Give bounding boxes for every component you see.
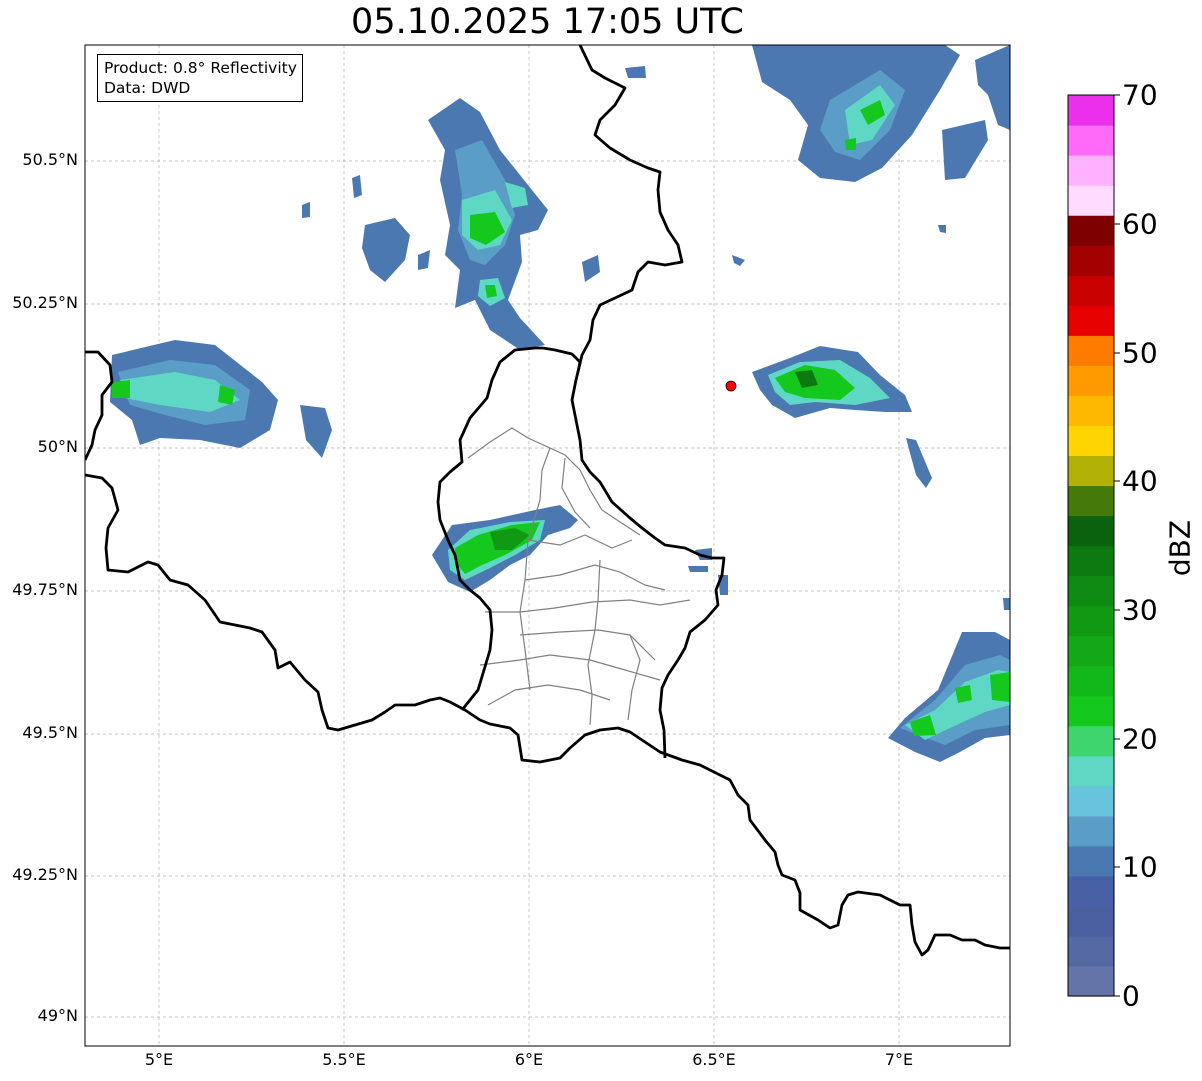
colorbar-segment	[1068, 155, 1114, 186]
lat-label: 49°N	[37, 1006, 78, 1025]
colorbar-segment	[1068, 515, 1114, 547]
colorbar-segment	[1068, 125, 1114, 156]
colorbar-segment	[1068, 545, 1114, 577]
colorbar-segment	[1068, 185, 1114, 216]
lon-label: 5.5°E	[322, 1050, 366, 1069]
colorbar-segment	[1068, 275, 1114, 306]
colorbar-segment	[1068, 725, 1114, 757]
colorbar-segment	[1068, 95, 1114, 126]
colorbar-segment	[1068, 365, 1114, 396]
colorbar	[1068, 95, 1114, 997]
radar-site-marker	[725, 380, 737, 392]
colorbar-tick-label: 60	[1122, 207, 1158, 241]
colorbar-tick-label: 30	[1122, 593, 1158, 627]
colorbar-tick-label: 20	[1122, 722, 1158, 756]
colorbar-segment	[1068, 575, 1114, 607]
lon-label: 7°E	[884, 1050, 914, 1069]
lat-label: 50.25°N	[12, 293, 78, 312]
colorbar-segment	[1068, 665, 1114, 697]
colorbar-segment	[1068, 875, 1114, 907]
colorbar-segment	[1068, 305, 1114, 336]
colorbar-segment	[1068, 935, 1114, 967]
lat-label: 50°N	[37, 437, 78, 456]
colorbar-segment	[1068, 635, 1114, 667]
lon-label: 5°E	[144, 1050, 174, 1069]
colorbar-ticks	[1114, 94, 1120, 997]
colorbar-segment	[1068, 455, 1114, 487]
lon-label: 6.5°E	[692, 1050, 736, 1069]
colorbar-segment	[1068, 485, 1114, 517]
colorbar-segment	[1068, 335, 1114, 366]
colorbar-tick-label: 0	[1122, 979, 1140, 1013]
colorbar-segment	[1068, 605, 1114, 637]
colorbar-segment	[1068, 965, 1114, 997]
colorbar-segment	[1068, 395, 1114, 426]
colorbar-segment	[1068, 845, 1114, 877]
colorbar-segment	[1068, 755, 1114, 787]
lat-label: 50.5°N	[22, 150, 78, 169]
colorbar-segment	[1068, 815, 1114, 847]
colorbar-tick-label: 10	[1122, 850, 1158, 884]
lat-label: 49.5°N	[22, 723, 78, 742]
colorbar-tick-label: 50	[1122, 336, 1158, 370]
lat-label: 49.25°N	[12, 865, 78, 884]
lon-label: 6°E	[514, 1050, 544, 1069]
colorbar-tick-label: 70	[1122, 78, 1158, 112]
product-info-box: Product: 0.8° Reflectivity Data: DWD	[97, 54, 303, 102]
colorbar-tick-label: 40	[1122, 464, 1158, 498]
product-label: Product: 0.8° Reflectivity	[104, 59, 297, 77]
colorbar-segment	[1068, 785, 1114, 817]
colorbar-title: dBZ	[1163, 519, 1197, 577]
colorbar-segment	[1068, 215, 1114, 246]
data-source-label: Data: DWD	[104, 79, 191, 97]
lat-label: 49.75°N	[12, 580, 78, 599]
colorbar-segment	[1068, 425, 1114, 456]
colorbar-segment	[1068, 245, 1114, 276]
colorbar-segment	[1068, 695, 1114, 727]
radar-map	[84, 44, 1120, 1047]
colorbar-segment	[1068, 905, 1114, 937]
